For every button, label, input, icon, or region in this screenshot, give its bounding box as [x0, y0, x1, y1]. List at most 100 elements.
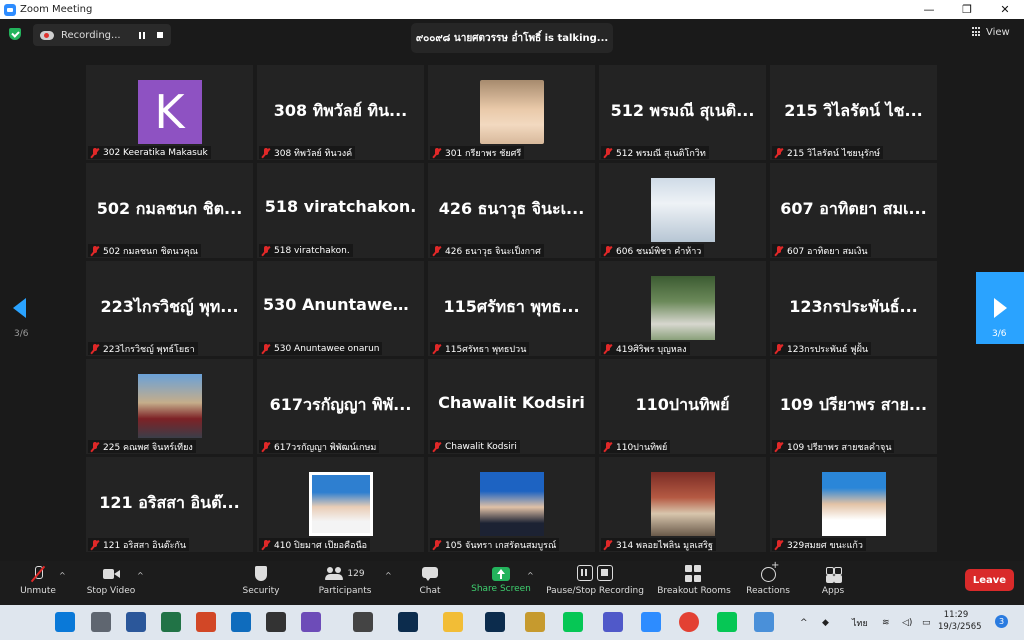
participant-name-text: 502 กมลชนก ชิตนวคุณ [103, 246, 199, 257]
participant-tile[interactable]: 419ศิริพร บุญหลง [599, 261, 766, 356]
app-icon-2[interactable] [353, 612, 373, 632]
chrome-icon[interactable] [679, 612, 699, 632]
participant-tile[interactable]: 426 ธนาวุธ จินะเ... 426 ธนาวุธ จินะเป็งกา… [428, 163, 595, 258]
participant-name-label: 110ปานทิพย์ [601, 440, 671, 453]
participant-tile[interactable]: 512 พรมณี สุเนติ... 512 พรมณี สุเนติโกวิท [599, 65, 766, 160]
participant-name-text: 301 กรียาพร ชัยศรี [445, 148, 522, 159]
participant-tile[interactable]: 518 viratchakon. 518 viratchakon. [257, 163, 424, 258]
file-explorer-icon[interactable] [443, 612, 463, 632]
zoom-icon[interactable] [641, 612, 661, 632]
participant-tile[interactable]: 329สมยศ ขนะแก้ว [770, 457, 937, 552]
participant-tile[interactable]: 105 จันทรา เกสรัตนสมบูรณ์ [428, 457, 595, 552]
participant-tile[interactable]: 121 อริสสา อินต๊... 121 อริสสา อินต๊ะกัน [86, 457, 253, 552]
arrow-left-icon [13, 298, 26, 318]
app-icon[interactable] [301, 612, 321, 632]
participant-tile[interactable]: K 302 Keeratika Makasuk [86, 65, 253, 160]
participant-name-label: 109 ปรียาพร สายชลคำจุน [772, 440, 895, 453]
task-view-icon[interactable] [91, 612, 111, 632]
excel-icon[interactable] [161, 612, 181, 632]
next-page-button[interactable]: 3/6 [976, 272, 1024, 344]
security-button[interactable]: Security [239, 561, 283, 605]
unmute-button[interactable]: Unmute [16, 561, 60, 605]
shield-icon [252, 565, 270, 583]
photoshop-icon[interactable] [398, 612, 418, 632]
participant-name-text: 512 พรมณี สุเนติโกวิท [616, 148, 706, 159]
maximize-button[interactable]: ❐ [948, 0, 986, 19]
minimize-button[interactable]: — [910, 0, 948, 19]
windows-start-icon[interactable] [55, 612, 75, 632]
pause-stop-recording-button[interactable]: Pause/Stop Recording [545, 561, 645, 605]
security-shield-icon[interactable] [9, 28, 21, 40]
apps-button[interactable]: Apps [816, 561, 850, 605]
participant-tile[interactable]: 123กรประพันธ์... 123กรประพันธ์ ฟูฝั้น [770, 261, 937, 356]
muted-mic-icon [90, 539, 100, 550]
participant-tile[interactable]: Chawalit Kodsiri Chawalit Kodsiri [428, 359, 595, 454]
video-options-caret[interactable]: ^ [137, 571, 144, 580]
view-button[interactable]: View [972, 25, 1010, 39]
participant-tile[interactable]: 110ปานทิพย์ 110ปานทิพย์ [599, 359, 766, 454]
line-icon-2[interactable] [717, 612, 737, 632]
muted-mic-icon [261, 441, 271, 452]
notification-badge[interactable]: 3 [995, 615, 1008, 628]
participant-display-name: 607 อาทิตยา สมเ... [780, 199, 927, 218]
mail-icon[interactable] [231, 612, 251, 632]
battery-icon[interactable]: ▭ [922, 605, 931, 640]
participant-tile[interactable]: 109 ปรียาพร สาย... 109 ปรียาพร สายชลคำจุน [770, 359, 937, 454]
stop-recording-button[interactable] [151, 24, 169, 46]
participant-name-text: 302 Keeratika Makasuk [103, 147, 208, 158]
participant-tile[interactable]: 301 กรียาพร ชัยศรี [428, 65, 595, 160]
tray-icons[interactable]: ◆ [822, 605, 829, 640]
taskbar-clock[interactable]: 11:29 19/3/2565 [938, 609, 982, 633]
tray-overflow-icon[interactable]: ^ [800, 605, 808, 640]
qr-code-icon[interactable] [266, 612, 286, 632]
close-button[interactable]: ✕ [986, 0, 1024, 19]
share-options-caret[interactable]: ^ [527, 571, 534, 580]
word-icon[interactable] [126, 612, 146, 632]
muted-mic-icon [261, 539, 271, 550]
volume-icon[interactable]: ◁) [902, 605, 912, 640]
unmute-label: Unmute [20, 586, 56, 596]
participant-display-name: 426 ธนาวุธ จินะเ... [438, 199, 585, 218]
participant-tile[interactable]: 606 ชนม์พิชา คำห้าว [599, 163, 766, 258]
participant-display-name: 110ปานทิพย์ [635, 395, 730, 414]
language-indicator[interactable]: ไทย [852, 605, 868, 640]
recording-label: Recording... [61, 29, 121, 41]
participant-tile[interactable]: 223ไกรวิชญ์ พุท... 223ไกรวิชญ์ พุทธ์โยธา [86, 261, 253, 356]
breakout-rooms-button[interactable]: Breakout Rooms [656, 561, 732, 605]
photoshop-icon-2[interactable] [485, 612, 505, 632]
participant-tile[interactable]: 502 กมลชนก ชิต... 502 กมลชนก ชิตนวคุณ [86, 163, 253, 258]
participants-button[interactable]: 129 Participants [316, 561, 374, 605]
wifi-icon[interactable]: ≋ [882, 605, 890, 640]
participant-video [650, 276, 715, 340]
participants-options-caret[interactable]: ^ [385, 571, 392, 580]
participant-tile[interactable]: 215 วิไลรัตน์ ไช... 215 วิไลรัตน์ ไชยนุรั… [770, 65, 937, 160]
line-icon[interactable] [563, 612, 583, 632]
participant-display-name: 223ไกรวิชญ์ พุท... [100, 297, 239, 316]
participants-count: 129 [347, 569, 365, 579]
participant-tile[interactable]: 225 คณพศ จินหร์เทียง [86, 359, 253, 454]
participant-tile[interactable]: 607 อาทิตยา สมเ... 607 อาทิตยา สมเงิน [770, 163, 937, 258]
participant-name-text: 329สมยศ ขนะแก้ว [787, 540, 863, 551]
previous-page-button[interactable]: 3/6 [0, 272, 46, 344]
participant-name-label: 301 กรียาพร ชัยศรี [430, 146, 525, 159]
participant-tile[interactable]: 410 ปิยมาศ เป๊ยอคือนือ [257, 457, 424, 552]
app-icon-4[interactable] [754, 612, 774, 632]
participant-tile[interactable]: 308 ทิพวัลย์ ทิน... 308 ทิพวัลย์ ทินวงค์ [257, 65, 424, 160]
leave-button[interactable]: Leave [965, 569, 1014, 591]
reactions-button[interactable]: Reactions [744, 560, 792, 605]
participant-name-text: 530 Anuntawee onarun [274, 343, 380, 354]
teams-icon[interactable] [603, 612, 623, 632]
participant-tile[interactable]: 115ศรัทธา พุทธ... 115ศรัทธา พุทธปวน [428, 261, 595, 356]
chat-button[interactable]: Chat [410, 561, 450, 605]
share-screen-button[interactable]: Share Screen [470, 561, 532, 605]
app-icon-3[interactable] [525, 612, 545, 632]
participant-tile[interactable]: 314 พลอยไพลิน มูลเสริฐ [599, 457, 766, 552]
participant-tile[interactable]: 617วรกัญญา พิพั... 617วรกัญญา พิพัฒน์เกษม [257, 359, 424, 454]
participant-tile[interactable]: 530 Anuntawee... 530 Anuntawee onarun [257, 261, 424, 356]
pause-recording-button[interactable] [133, 24, 151, 46]
stop-video-button[interactable]: Stop Video [84, 561, 138, 605]
participant-avatar: K [137, 80, 202, 144]
audio-options-caret[interactable]: ^ [59, 571, 66, 580]
powerpoint-icon[interactable] [196, 612, 216, 632]
participant-name-label: 314 พลอยไพลิน มูลเสริฐ [601, 538, 716, 551]
